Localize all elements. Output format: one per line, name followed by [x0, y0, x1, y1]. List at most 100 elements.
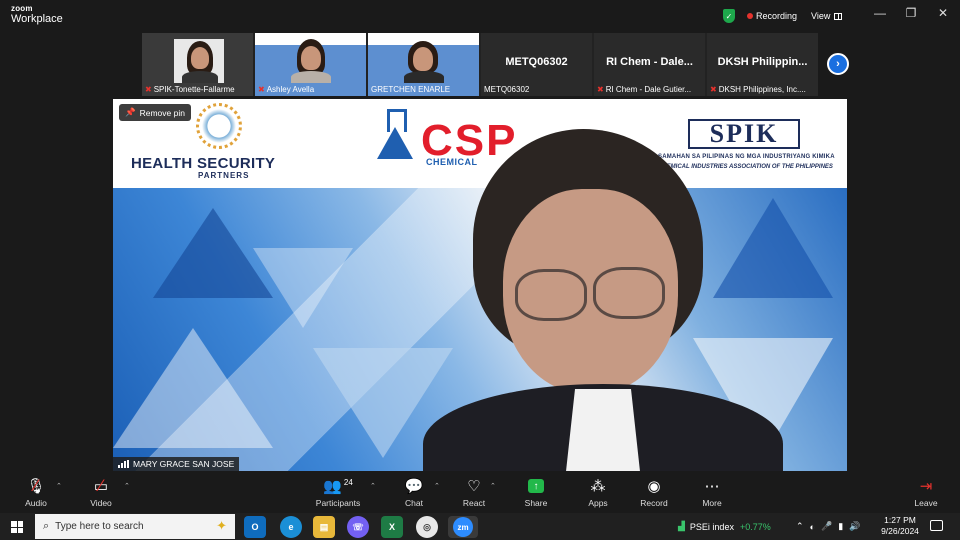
participants-count: 24	[343, 477, 353, 487]
title-bar: zoom Workplace ✓ Recording View — ❐ ✕	[0, 0, 960, 32]
audio-label: Audio	[25, 498, 47, 508]
main-video[interactable]: HEALTH SECURITY PARTNERS CSP CHEMICAL SP…	[113, 99, 847, 471]
mic-muted-icon: ✖	[597, 85, 604, 94]
record-icon: ◉	[647, 478, 661, 495]
record-label: Record	[640, 498, 668, 508]
chat-options-caret[interactable]: ⌃	[434, 482, 440, 490]
microphone-icon[interactable]: 🎤	[821, 521, 832, 532]
share-button[interactable]: ↑ Share	[510, 475, 562, 508]
clock-time: 1:27 PM	[884, 515, 916, 525]
participant-name: RI Chem - Dale Gutier...	[605, 85, 692, 94]
react-label: React	[462, 498, 486, 508]
shield-icon[interactable]: ✓	[723, 9, 735, 23]
webcam-icon[interactable]: ◐	[810, 522, 815, 532]
mic-muted-icon: ✖	[145, 85, 152, 94]
pin-icon: 📌	[125, 107, 136, 117]
participant-thumb[interactable]: ✖ SPIK-Tonette-Fallarme	[142, 33, 253, 96]
apps-icon: ⁂	[590, 478, 606, 495]
participant-thumb[interactable]: DKSH Philippin... ✖ DKSH Philippines, Inc…	[707, 33, 818, 96]
remove-pin-label: Remove pin	[139, 107, 185, 118]
hsp-subtitle: PARTNERS	[198, 171, 250, 180]
react-options-caret[interactable]: ⌃	[490, 482, 496, 490]
record-button[interactable]: ◉ Record	[628, 475, 680, 508]
share-label: Share	[524, 498, 548, 508]
participant-thumb[interactable]: RI Chem - Dale... ✖ RI Chem - Dale Gutier…	[594, 33, 705, 96]
zoom-app-icon[interactable]: zm	[448, 516, 478, 538]
participant-name: Ashley Avella	[266, 85, 315, 94]
meeting-status: ✓ Recording View	[723, 7, 843, 25]
taskbar-clock[interactable]: 1:27 PM 9/26/2024	[878, 515, 922, 537]
participants-label: Participants	[315, 498, 361, 508]
volume-icon[interactable]: 🔊	[849, 521, 860, 532]
chat-label: Chat	[405, 498, 423, 508]
battery-icon[interactable]: ▮	[838, 521, 843, 532]
next-page-button[interactable]: ›	[827, 53, 849, 75]
notification-icon[interactable]	[930, 520, 943, 531]
video-label: Video	[90, 498, 112, 508]
file-explorer-icon[interactable]: ▤	[313, 516, 335, 538]
more-label: More	[702, 498, 722, 508]
speaker-name-tag: MARY GRACE SAN JOSE	[113, 457, 240, 471]
react-button[interactable]: ♡ React	[448, 475, 500, 508]
participant-thumb[interactable]: GRETCHEN ENARLE	[368, 33, 479, 96]
brand-line2: Workplace	[11, 13, 63, 25]
search-icon: ⌕	[43, 520, 50, 532]
participant-strip: ✖ SPIK-Tonette-Fallarme ✖ Ashley Avella GR…	[142, 33, 818, 96]
participants-button[interactable]: 👥 24 Participants	[310, 475, 366, 509]
grid-icon	[834, 12, 843, 20]
speaker-video-feed	[423, 129, 803, 471]
edge-app-icon[interactable]: e	[280, 516, 302, 538]
windows-start-icon[interactable]	[11, 521, 23, 533]
signal-bars-icon	[118, 460, 129, 468]
audio-options-caret[interactable]: ⌃	[56, 482, 62, 490]
participants-icon: 👥	[323, 478, 342, 495]
search-placeholder: Type here to search	[55, 521, 144, 532]
participant-thumb[interactable]: METQ06302 METQ06302	[481, 33, 592, 96]
minimize-button[interactable]: —	[870, 6, 890, 20]
view-button[interactable]: View	[811, 11, 843, 21]
chevron-right-icon: ›	[836, 58, 840, 70]
mic-muted-icon: ✖	[710, 85, 717, 94]
recording-label[interactable]: Recording	[756, 11, 797, 21]
viber-app-icon[interactable]: ☏	[347, 516, 369, 538]
sparkle-icon: ✦	[216, 518, 227, 533]
leave-button[interactable]: ⇥ Leave	[900, 475, 952, 508]
video-button[interactable]: ▭ ⁄ Video	[75, 475, 127, 508]
participant-big-label: RI Chem - Dale...	[606, 56, 693, 68]
brand-line1: zoom	[11, 4, 33, 13]
leave-label: Leave	[914, 498, 938, 508]
restore-button[interactable]: ❐	[901, 6, 921, 20]
chat-button[interactable]: 💬 Chat	[388, 475, 440, 508]
video-options-caret[interactable]: ⌃	[124, 482, 130, 490]
stock-change: +0.77%	[739, 521, 771, 532]
taskbar-search-box[interactable]: ⌕ Type here to search ✦	[35, 514, 235, 539]
chrome-app-icon[interactable]: ◎	[416, 516, 438, 538]
app-logo: zoom Workplace	[11, 5, 63, 25]
participant-name: GRETCHEN ENARLE	[371, 85, 451, 94]
participant-thumb[interactable]: ✖ Ashley Avella	[255, 33, 366, 96]
participant-big-label: METQ06302	[505, 56, 568, 68]
stock-name: PSEi index	[689, 521, 734, 532]
close-button[interactable]: ✕	[933, 6, 953, 20]
chevron-up-icon[interactable]: ⌃	[796, 521, 804, 532]
windows-taskbar: ⌕ Type here to search ✦ O e ▤ ☏ X ◎ zm ▟…	[0, 513, 960, 540]
excel-app-icon[interactable]: X	[381, 516, 403, 538]
view-label: View	[811, 11, 831, 21]
clock-date: 9/26/2024	[881, 526, 919, 536]
participant-name: SPIK-Tonette-Fallarme	[153, 85, 235, 94]
chart-icon: ▟	[678, 521, 685, 531]
more-dots-icon: ⋯	[704, 478, 720, 495]
stock-widget[interactable]: ▟ PSEi index +0.77%	[678, 513, 771, 540]
more-button[interactable]: ⋯ More	[686, 475, 738, 508]
speaker-name: MARY GRACE SAN JOSE	[133, 459, 235, 469]
participant-name: METQ06302	[484, 85, 530, 94]
remove-pin-button[interactable]: 📌 Remove pin	[119, 104, 191, 121]
apps-button[interactable]: ⁂ Apps	[572, 475, 624, 508]
outlook-app-icon[interactable]: O	[244, 516, 266, 538]
apps-label: Apps	[588, 498, 608, 508]
hsp-seal-logo	[196, 103, 242, 149]
audio-button[interactable]: 🎙 ⁄ Audio	[10, 475, 62, 508]
recording-dot-icon	[747, 13, 753, 19]
chat-icon: 💬	[404, 478, 424, 495]
participants-options-caret[interactable]: ⌃	[370, 482, 376, 490]
